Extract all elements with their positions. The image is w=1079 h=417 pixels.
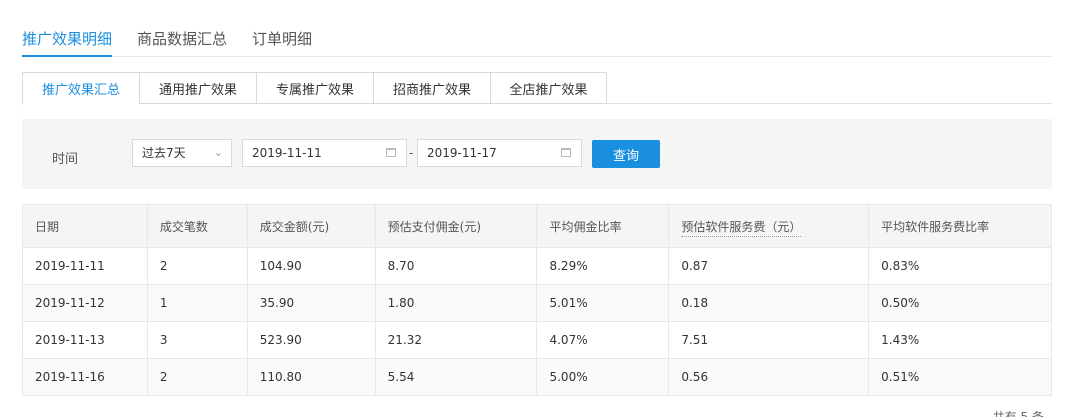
page: 推广效果明细 商品数据汇总 订单明细 推广效果汇总 通用推广效果 专属推广效果 … <box>0 0 1079 417</box>
end-date-input[interactable]: 2019-11-17 <box>417 139 582 167</box>
cell-deal-count: 3 <box>146 321 248 359</box>
chevron-down-icon: ⌄ <box>213 146 223 159</box>
cell-est-commission: 21.32 <box>374 321 538 359</box>
cell-date: 2019-11-12 <box>22 284 148 322</box>
table-header-row: 日期 成交笔数 成交金额(元) 预估支付佣金(元) 平均佣金比率 预估软件服务费… <box>22 204 1052 248</box>
cell-est-service-fee: 0.87 <box>668 247 870 285</box>
cell-avg-service-fee-rate: 0.51% <box>868 358 1052 396</box>
sub-tab-bar: 推广效果汇总 通用推广效果 专属推广效果 招商推广效果 全店推广效果 <box>22 72 1052 105</box>
tab-promotion-detail[interactable]: 推广效果明细 <box>22 0 113 57</box>
calendar-icon <box>561 148 571 157</box>
table-row: 2019-11-13 3 523.90 21.32 4.07% 7.51 1.4… <box>22 321 1052 359</box>
cell-est-service-fee: 0.18 <box>668 284 870 322</box>
cell-date: 2019-11-16 <box>22 358 148 396</box>
col-header-est-commission: 预估支付佣金(元) <box>374 204 538 248</box>
time-label: 时间 <box>52 152 79 167</box>
top-tab-bar: 推广效果明细 商品数据汇总 订单明细 <box>22 0 1052 57</box>
col-header-date: 日期 <box>22 204 148 248</box>
subtab-general-promotion[interactable]: 通用推广效果 <box>139 72 256 104</box>
cell-deal-count: 2 <box>146 358 248 396</box>
table-row: 2019-11-12 1 35.90 1.80 5.01% 0.18 0.50% <box>22 284 1052 322</box>
cell-date: 2019-11-13 <box>22 321 148 359</box>
col-header-avg-service-fee-rate: 平均软件服务费比率 <box>868 204 1052 248</box>
subtab-exclusive-promotion[interactable]: 专属推广效果 <box>256 72 373 104</box>
cell-est-commission: 1.80 <box>374 284 538 322</box>
col-header-deal-count: 成交笔数 <box>146 204 248 248</box>
tab-product-summary[interactable]: 商品数据汇总 <box>137 0 227 57</box>
calendar-icon <box>386 148 396 157</box>
cell-deal-amount: 110.80 <box>246 358 376 396</box>
start-date-input[interactable]: 2019-11-11 <box>242 139 407 167</box>
cell-est-service-fee: 0.56 <box>668 358 870 396</box>
cell-deal-count: 1 <box>146 284 248 322</box>
query-button[interactable]: 查询 <box>592 140 660 168</box>
range-select[interactable]: 过去7天 ⌄ <box>132 139 232 167</box>
table-row: 2019-11-16 2 110.80 5.54 5.00% 0.56 0.51… <box>22 358 1052 396</box>
cell-deal-amount: 523.90 <box>246 321 376 359</box>
cell-avg-service-fee-rate: 1.43% <box>868 321 1052 359</box>
data-table: 日期 成交笔数 成交金额(元) 预估支付佣金(元) 平均佣金比率 预估软件服务费… <box>22 204 1052 396</box>
tab-order-detail[interactable]: 订单明细 <box>252 0 312 57</box>
subtab-merchant-promotion[interactable]: 招商推广效果 <box>373 72 490 104</box>
col-header-deal-amount: 成交金额(元) <box>246 204 376 248</box>
cell-avg-commission-rate: 5.01% <box>536 284 670 322</box>
cell-est-commission: 5.54 <box>374 358 538 396</box>
filter-panel: 时间 过去7天 ⌄ 2019-11-11 - 2019-11-17 查询 <box>22 119 1052 189</box>
cell-avg-commission-rate: 4.07% <box>536 321 670 359</box>
start-date-value: 2019-11-11 <box>252 146 322 160</box>
cell-avg-service-fee-rate: 0.83% <box>868 247 1052 285</box>
subtab-promotion-summary[interactable]: 推广效果汇总 <box>22 72 139 105</box>
cell-est-service-fee: 7.51 <box>668 321 870 359</box>
table-row: 2019-11-11 2 104.90 8.70 8.29% 0.87 0.83… <box>22 247 1052 285</box>
cell-date: 2019-11-11 <box>22 247 148 285</box>
date-separator: - <box>409 146 414 160</box>
end-date-value: 2019-11-17 <box>427 146 497 160</box>
cell-est-commission: 8.70 <box>374 247 538 285</box>
cell-avg-commission-rate: 8.29% <box>536 247 670 285</box>
col-header-avg-commission-rate: 平均佣金比率 <box>536 204 670 248</box>
pagination-total: 共有 5 条 <box>992 410 1044 417</box>
cell-avg-service-fee-rate: 0.50% <box>868 284 1052 322</box>
col-header-est-service-fee[interactable]: 预估软件服务费（元） <box>668 204 870 248</box>
cell-deal-amount: 104.90 <box>246 247 376 285</box>
service-fee-tooltip-trigger[interactable]: 预估软件服务费（元） <box>681 219 802 237</box>
cell-deal-amount: 35.90 <box>246 284 376 322</box>
range-select-value: 过去7天 <box>142 146 186 160</box>
cell-deal-count: 2 <box>146 247 248 285</box>
subtab-store-promotion[interactable]: 全店推广效果 <box>490 72 607 104</box>
cell-avg-commission-rate: 5.00% <box>536 358 670 396</box>
